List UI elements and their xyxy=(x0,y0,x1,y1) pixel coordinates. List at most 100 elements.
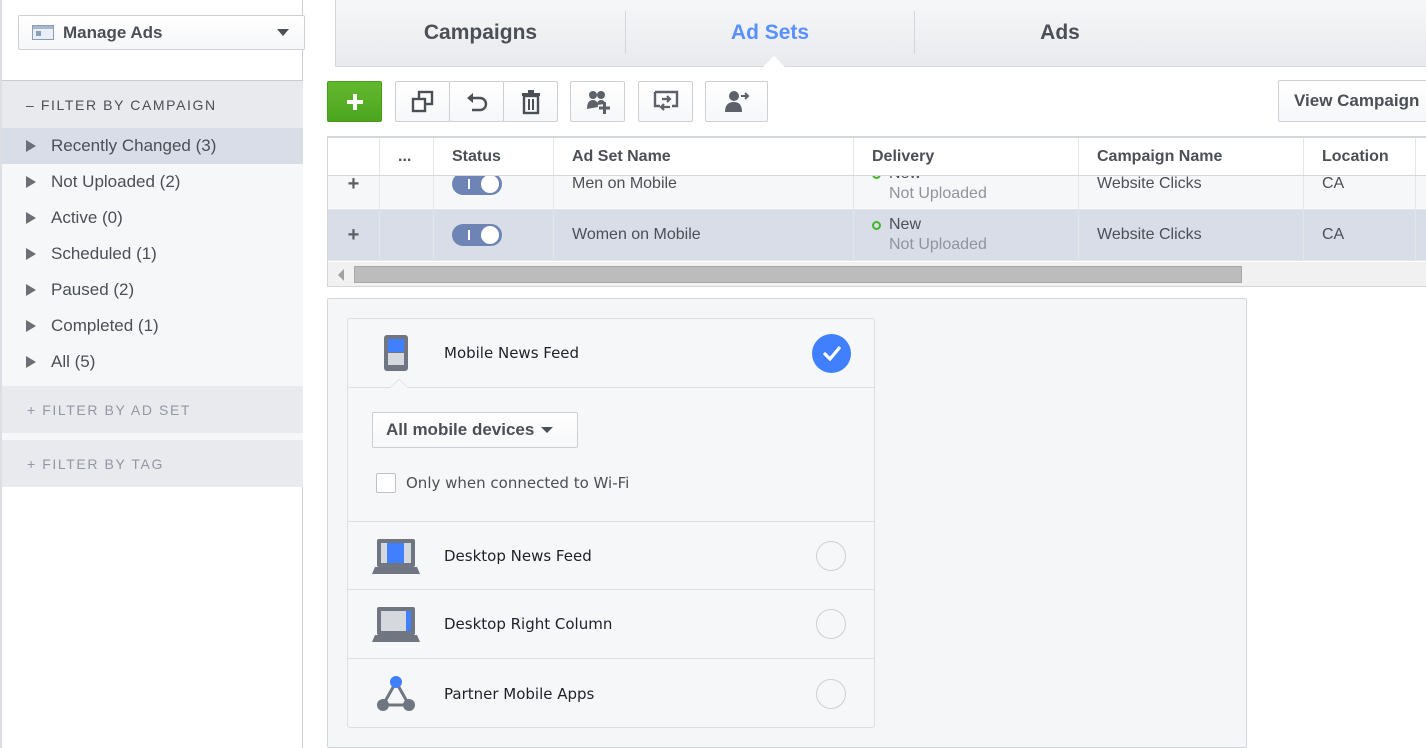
placement-editor: Mobile News Feed All mobile devices Only… xyxy=(327,298,1247,748)
ad-set-name[interactable]: Women on Mobile xyxy=(554,210,854,260)
column-header-delivery[interactable]: Delivery xyxy=(854,138,1079,175)
table-header: ... Status Ad Set Name Delivery Campaign… xyxy=(328,138,1426,176)
filter-item-active[interactable]: Active (0) xyxy=(2,200,303,236)
create-button[interactable] xyxy=(327,81,382,122)
column-header-expand xyxy=(328,138,380,175)
column-header-more[interactable]: ... xyxy=(380,138,434,175)
expand-arrow-icon xyxy=(26,356,36,368)
filter-label: Paused (2) xyxy=(51,280,135,299)
mobile-devices-select[interactable]: All mobile devices xyxy=(372,412,578,448)
row-menu-cell[interactable] xyxy=(380,210,434,260)
chevron-down-icon xyxy=(277,29,289,36)
tab-campaigns[interactable]: Campaigns xyxy=(336,0,625,66)
expand-arrow-icon xyxy=(26,212,36,224)
desktop-news-feed-icon xyxy=(372,538,420,574)
expand-arrow-icon xyxy=(26,284,36,296)
device-select-value: All mobile devices xyxy=(386,420,535,439)
undo-icon xyxy=(466,92,487,111)
divider xyxy=(2,433,303,440)
placement-label: Desktop Right Column xyxy=(444,615,613,633)
campaign-name: Website Clicks xyxy=(1079,210,1304,260)
placement-radio[interactable] xyxy=(816,678,846,709)
delivery-status: New xyxy=(889,216,922,233)
expand-arrow-icon xyxy=(26,176,36,188)
filter-item-scheduled[interactable]: Scheduled (1) xyxy=(2,236,303,272)
filter-label: Completed (1) xyxy=(51,316,159,335)
ads-manager-icon xyxy=(32,25,54,40)
mobile-phone-icon xyxy=(384,335,408,371)
view-campaign-button[interactable]: View Campaign xyxy=(1278,80,1426,122)
revert-button[interactable] xyxy=(449,81,504,122)
selected-check-icon[interactable] xyxy=(812,333,851,373)
placement-desktop-right-column[interactable]: Desktop Right Column xyxy=(348,590,874,659)
campaign-filter-list: Recently Changed (3) Not Uploaded (2) Ac… xyxy=(2,128,303,386)
export-import-button[interactable] xyxy=(638,81,693,122)
placement-radio[interactable] xyxy=(816,540,846,571)
add-audience-button[interactable] xyxy=(570,81,625,122)
expand-arrow-icon xyxy=(26,320,36,332)
wifi-only-label: Only when connected to Wi-Fi xyxy=(406,474,630,492)
filter-label: All (5) xyxy=(51,352,96,371)
person-share-icon xyxy=(724,90,749,112)
filter-item-not-uploaded[interactable]: Not Uploaded (2) xyxy=(2,164,303,200)
location: CA xyxy=(1304,210,1416,260)
level-tabs: Campaigns Ad Sets Ads xyxy=(335,0,1426,67)
scroll-left-arrow-icon[interactable] xyxy=(338,269,344,281)
manage-ads-label: Manage Ads xyxy=(63,22,163,42)
filter-by-tag-toggle[interactable]: + FILTER BY TAG xyxy=(2,440,303,487)
delivery-substatus: Not Uploaded xyxy=(889,185,987,202)
filter-item-all[interactable]: All (5) xyxy=(2,344,303,380)
expand-pointer xyxy=(389,379,409,388)
column-header-status[interactable]: Status xyxy=(434,138,554,175)
filter-item-recently-changed[interactable]: Recently Changed (3) xyxy=(2,128,303,164)
filter-by-campaign-toggle[interactable]: – FILTER BY CAMPAIGN xyxy=(2,80,303,128)
filter-label: Recently Changed (3) xyxy=(51,136,217,155)
ad-sets-table: + Men on Mobile New Not Uploaded Website… xyxy=(327,136,1426,287)
status-dot-icon xyxy=(872,220,881,230)
status-toggle[interactable] xyxy=(452,224,502,246)
column-header-ad-set-name[interactable]: Ad Set Name xyxy=(554,138,854,175)
wifi-only-checkbox[interactable]: Only when connected to Wi-Fi xyxy=(376,473,629,493)
export-import-icon xyxy=(653,90,678,111)
placements-card: Mobile News Feed All mobile devices Only… xyxy=(347,318,875,728)
audience-network-icon xyxy=(377,675,415,711)
scrollbar-thumb[interactable] xyxy=(354,266,1242,283)
delete-button[interactable] xyxy=(503,81,558,122)
table-row[interactable]: + Women on Mobile New Not Uploaded Websi… xyxy=(328,210,1426,261)
status-toggle[interactable] xyxy=(452,173,502,195)
placement-desktop-news-feed[interactable]: Desktop News Feed xyxy=(348,521,874,590)
tab-ads[interactable]: Ads xyxy=(915,0,1205,66)
filter-item-completed[interactable]: Completed (1) xyxy=(2,308,303,344)
checkbox[interactable] xyxy=(376,473,396,493)
add-people-icon xyxy=(586,90,610,114)
manage-ads-dropdown[interactable]: Manage Ads xyxy=(18,15,305,50)
duplicate-button[interactable] xyxy=(395,81,450,122)
chevron-down-icon xyxy=(541,427,554,433)
filter-label: Scheduled (1) xyxy=(51,244,157,263)
column-header-campaign-name[interactable]: Campaign Name xyxy=(1079,138,1304,175)
selected-tab-pointer xyxy=(763,56,785,67)
filter-label: Not Uploaded (2) xyxy=(51,172,181,191)
duplicate-icon xyxy=(411,90,433,112)
filter-item-paused[interactable]: Paused (2) xyxy=(2,272,303,308)
expand-arrow-icon xyxy=(26,248,36,260)
desktop-right-column-icon xyxy=(372,607,420,642)
column-header-location[interactable]: Location xyxy=(1304,138,1416,175)
trash-icon xyxy=(521,89,540,114)
expand-row-button[interactable]: + xyxy=(348,224,360,247)
placement-label: Partner Mobile Apps xyxy=(444,684,595,703)
delivery-substatus: Not Uploaded xyxy=(889,236,987,253)
expand-arrow-icon xyxy=(26,140,36,152)
filter-label: Active (0) xyxy=(51,208,123,227)
placement-label: Desktop News Feed xyxy=(444,546,592,565)
filter-by-ad-set-toggle[interactable]: + FILTER BY AD SET xyxy=(2,386,303,433)
horizontal-scrollbar[interactable] xyxy=(328,262,1426,286)
placement-radio[interactable] xyxy=(816,609,846,639)
filter-panel: – FILTER BY CAMPAIGN Recently Changed (3… xyxy=(2,80,303,487)
placement-partner-mobile-apps[interactable]: Partner Mobile Apps xyxy=(348,659,874,728)
delivery-cell: New Not Uploaded xyxy=(854,210,1079,260)
placement-mobile-news-feed[interactable]: Mobile News Feed xyxy=(348,319,874,388)
share-button[interactable] xyxy=(705,81,768,122)
placement-label: Mobile News Feed xyxy=(444,344,580,362)
plus-icon xyxy=(346,93,363,110)
